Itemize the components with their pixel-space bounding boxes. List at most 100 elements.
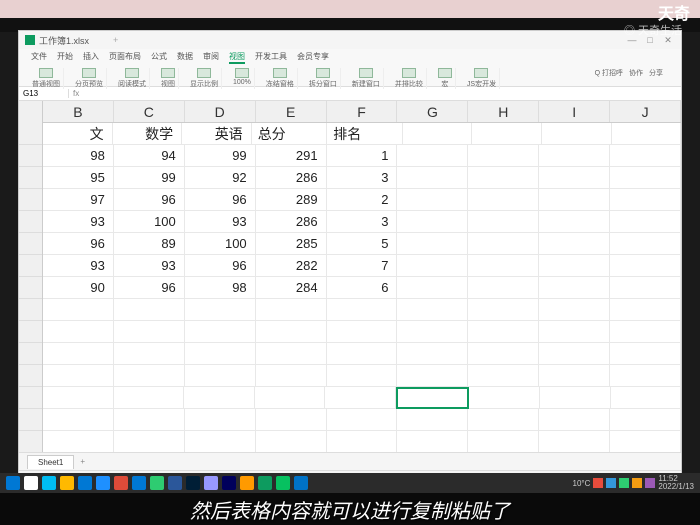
cell[interactable]: 99 [114,167,185,189]
cell[interactable]: 英语 [182,123,252,145]
cell[interactable] [43,365,114,387]
new-tab-button[interactable]: + [113,35,118,45]
taskbar-store-icon[interactable] [132,476,146,490]
ribbon-right-item[interactable]: 分享 [649,68,663,89]
cell[interactable] [542,123,612,145]
cell[interactable] [43,431,114,452]
cell[interactable] [256,299,327,321]
column-header[interactable]: B [43,101,114,122]
taskbar-edge-icon[interactable] [78,476,92,490]
data-body[interactable]: 文数学英语总分排名9894992911959992286397969628929… [43,123,681,452]
cell[interactable] [184,387,255,409]
cell[interactable] [43,299,114,321]
row-number[interactable] [19,387,42,409]
sheet-tab[interactable]: Sheet1 [27,455,74,469]
cell[interactable]: 98 [185,277,256,299]
row-number[interactable] [19,233,42,255]
cell[interactable] [610,167,681,189]
cell[interactable] [256,343,327,365]
cell[interactable]: 96 [185,189,256,211]
cell[interactable] [539,321,610,343]
cell[interactable] [327,343,398,365]
ribbon-tab[interactable]: 数据 [177,51,193,64]
cell[interactable] [539,145,610,167]
row-number[interactable] [19,255,42,277]
ribbon-tab[interactable]: 文件 [31,51,47,64]
column-header[interactable]: J [610,101,681,122]
row-number[interactable] [19,431,42,452]
cell[interactable] [185,343,256,365]
cell[interactable]: 284 [256,277,327,299]
cell[interactable] [468,299,539,321]
cell[interactable]: 100 [185,233,256,255]
ribbon-group[interactable]: 分页预览 [72,68,107,89]
taskbar-pr-icon[interactable] [204,476,218,490]
row-number[interactable] [19,277,42,299]
tray-icon[interactable] [645,478,655,488]
add-sheet-button[interactable]: + [80,457,85,466]
cell[interactable] [539,365,610,387]
cell[interactable] [185,299,256,321]
ribbon-tab[interactable]: 审阅 [203,51,219,64]
column-header[interactable]: C [114,101,185,122]
ribbon-tab[interactable]: 会员专享 [297,51,329,64]
ribbon-group[interactable]: 显示比例 [187,68,222,89]
ribbon-tab[interactable]: 插入 [83,51,99,64]
cell[interactable] [256,409,327,431]
cell[interactable] [114,365,185,387]
cell[interactable]: 7 [327,255,398,277]
name-box[interactable]: G13 [19,89,69,98]
cell[interactable]: 286 [256,167,327,189]
column-headers[interactable]: BCDEFGHIJ [43,101,681,123]
cell[interactable] [114,343,185,365]
tray-icon[interactable] [593,478,603,488]
cell[interactable] [396,387,470,409]
cell[interactable] [327,365,398,387]
cell[interactable]: 93 [185,211,256,233]
document-title[interactable]: 工作簿1.xlsx [39,34,89,47]
cell[interactable]: 92 [185,167,256,189]
cell[interactable] [539,409,610,431]
cell[interactable] [539,299,610,321]
cell[interactable] [185,431,256,452]
cell[interactable] [185,321,256,343]
cell[interactable]: 97 [43,189,114,211]
column-header[interactable]: H [468,101,539,122]
cell[interactable] [610,255,681,277]
windows-taskbar[interactable]: 10°C 11:522022/1/13 [0,473,700,493]
row-number[interactable] [19,211,42,233]
row-number[interactable] [19,299,42,321]
cell[interactable] [468,409,539,431]
row-number[interactable] [19,123,42,145]
cell[interactable] [539,233,610,255]
taskbar-wps-icon[interactable] [258,476,272,490]
cell[interactable]: 89 [114,233,185,255]
ribbon-group[interactable]: 阅读模式 [115,68,150,89]
cell[interactable] [397,365,468,387]
cell[interactable] [327,321,398,343]
ribbon-group[interactable]: 普通视图 [29,68,64,89]
cell[interactable] [610,343,681,365]
ribbon-group[interactable]: 并排比较 [392,68,427,89]
cell[interactable] [612,123,682,145]
cell[interactable] [256,431,327,452]
cell[interactable]: 96 [185,255,256,277]
cell[interactable] [397,409,468,431]
cell[interactable] [43,343,114,365]
ribbon-group[interactable]: 冻结窗格 [263,68,298,89]
cell[interactable] [610,189,681,211]
cell[interactable] [468,145,539,167]
cell[interactable] [610,321,681,343]
cell[interactable] [540,387,611,409]
column-header[interactable]: D [185,101,256,122]
cell[interactable] [610,431,681,452]
row-number[interactable] [19,321,42,343]
cell[interactable] [539,189,610,211]
cell[interactable] [468,321,539,343]
ribbon-tab[interactable]: 页面布局 [109,51,141,64]
cell[interactable] [397,233,468,255]
cell[interactable]: 99 [185,145,256,167]
tray-icon[interactable] [606,478,616,488]
cell[interactable] [114,409,185,431]
row-number-gutter[interactable] [19,101,43,452]
